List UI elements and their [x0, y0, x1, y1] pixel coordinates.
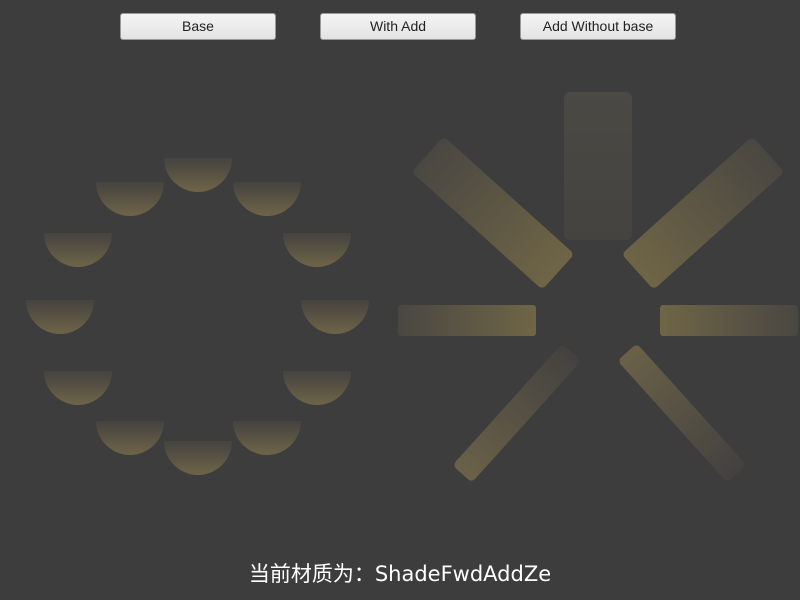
radial-bars	[398, 92, 798, 481]
material-status-label: 当前材质为：ShadeFwdAddZe	[248, 562, 552, 586]
half-disc	[96, 182, 164, 216]
half-disc	[96, 421, 164, 455]
half-disc	[44, 233, 112, 267]
half-disc	[164, 158, 232, 192]
half-disc	[301, 300, 369, 334]
half-disc	[26, 300, 94, 334]
scene-canvas	[26, 92, 798, 481]
add-without-base-button[interactable]: Add Without base	[520, 13, 676, 40]
base-button[interactable]: Base	[120, 13, 276, 40]
bar-upper-left	[413, 138, 573, 288]
half-disc	[283, 371, 351, 405]
game-viewport: Base With Add Add Without base 当前材质为：Sha…	[0, 0, 800, 600]
bar-upper-right	[623, 138, 783, 288]
bar-lower-right	[619, 345, 745, 481]
bar-top	[564, 92, 632, 240]
bar-left	[398, 305, 536, 336]
half-disc	[164, 441, 232, 475]
half-disc	[233, 182, 301, 216]
half-disc-ring	[26, 158, 369, 475]
bar-lower-left	[454, 345, 580, 481]
with-add-button[interactable]: With Add	[320, 13, 476, 40]
half-disc	[283, 233, 351, 267]
half-disc	[44, 371, 112, 405]
bar-right	[660, 305, 798, 336]
half-disc	[233, 421, 301, 455]
